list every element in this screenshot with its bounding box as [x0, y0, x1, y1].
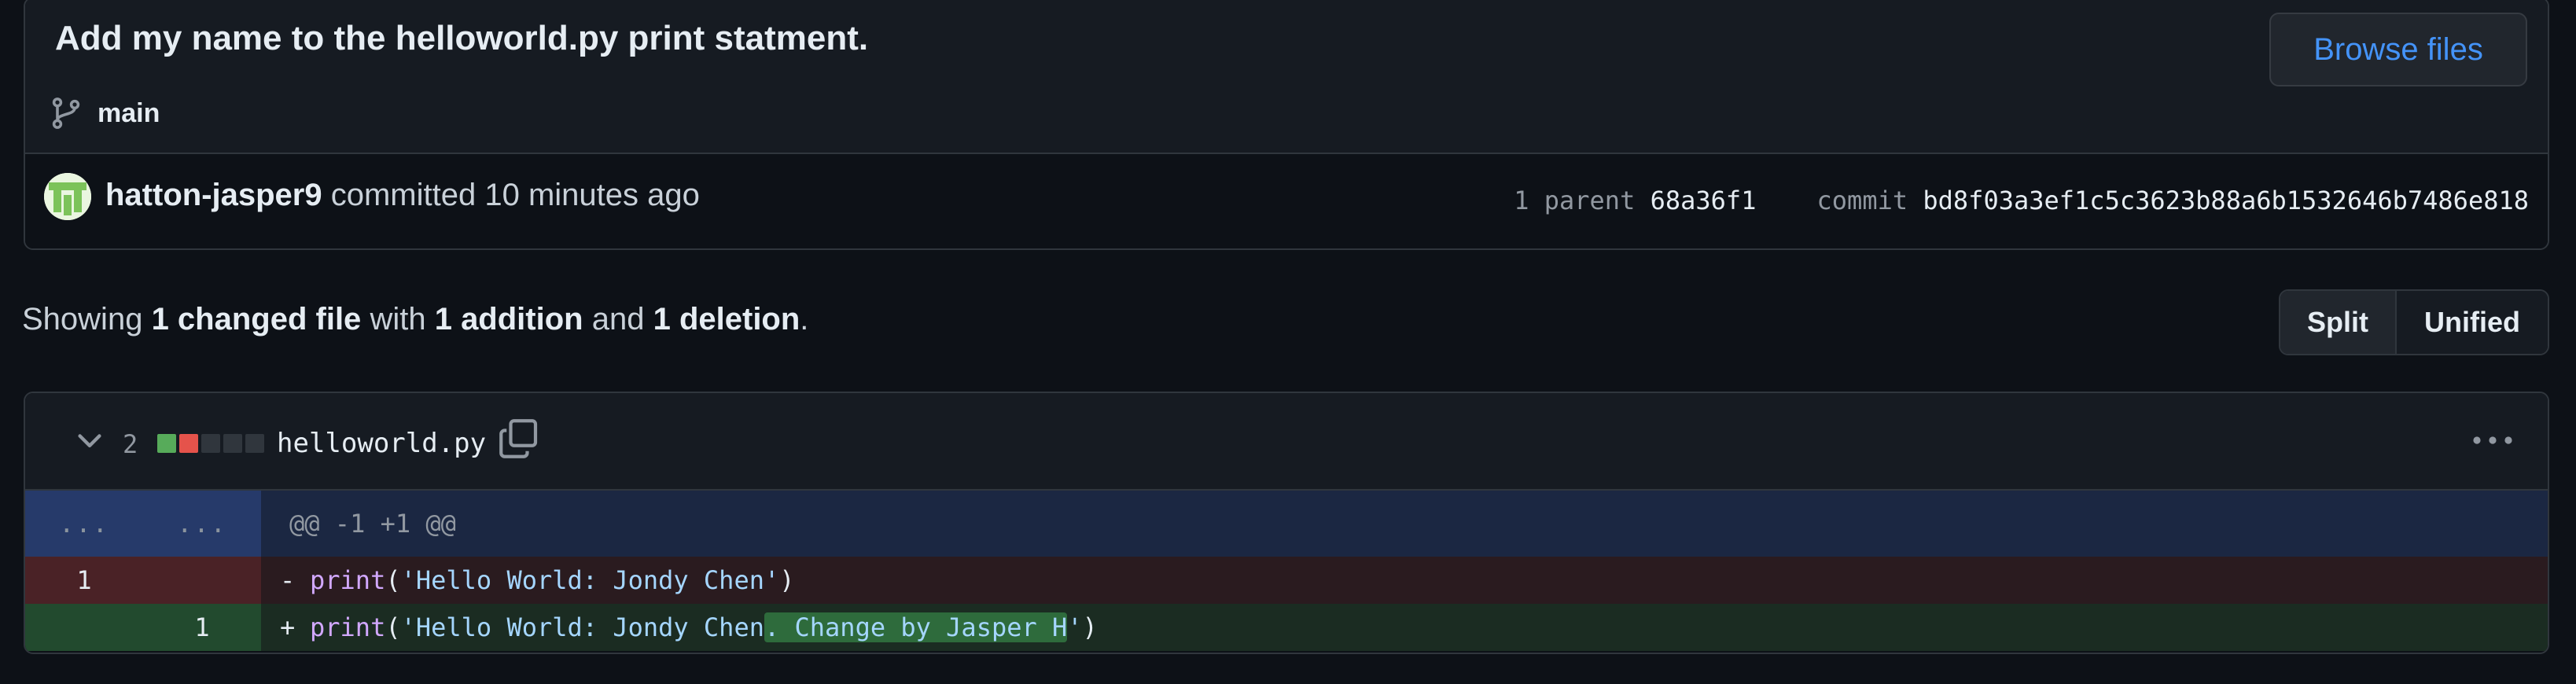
commit-hashes: 1 parent 68a36f1 commit bd8f03a3ef1c5c36…	[1514, 186, 2529, 215]
branch-indicator[interactable]: main	[49, 91, 160, 135]
code-string: 'Hello World: Jondy Chen	[400, 612, 764, 642]
diffstat-block	[245, 434, 264, 453]
hunk-header: @@ -1 +1 @@	[289, 509, 456, 539]
new-line-number[interactable]: 1	[143, 604, 261, 651]
summary-period: .	[800, 302, 809, 336]
diff-lines: ... ... @@ -1 +1 @@ 1 - print('Hello Worl…	[25, 491, 2548, 651]
expand-up-button[interactable]: ...	[25, 491, 143, 557]
diffstat-block	[223, 434, 242, 453]
deleted-line-code: - print('Hello World: Jondy Chen')	[261, 557, 2548, 604]
unified-view-button[interactable]: Unified	[2397, 291, 2548, 354]
commit-title-section: Add my name to the helloworld.py print s…	[25, 0, 2548, 154]
identicon-icon	[44, 173, 91, 220]
diff-marker: +	[280, 612, 296, 642]
branch-name: main	[98, 97, 160, 128]
code-string: 'Hello World: Jondy Chen'	[400, 565, 780, 595]
added-text-highlight: . Change by Jasper H	[764, 612, 1068, 642]
file-name-link[interactable]: helloworld.py	[277, 428, 486, 459]
summary-deletions: 1 deletion	[653, 302, 800, 336]
commit-hash: bd8f03a3ef1c5c3623b88a6b1532646b7486e818	[1923, 186, 2529, 215]
code-string: '	[1067, 612, 1083, 642]
summary-and: and	[591, 302, 645, 336]
author-link[interactable]: hatton-jasper9	[105, 178, 322, 212]
git-branch-icon	[52, 97, 80, 129]
commit-time: 10 minutes ago	[484, 178, 700, 212]
diffstat-block	[179, 434, 198, 453]
added-line-code: + print('Hello World: Jondy Chen. Change …	[261, 604, 2548, 651]
expand-down-button[interactable]: ...	[143, 491, 261, 557]
diffstat-block	[201, 434, 220, 453]
code-function: print	[310, 612, 386, 642]
diffstat-block	[157, 434, 176, 453]
code-paren: (	[385, 612, 401, 642]
file-header: 2 helloworld.py	[25, 393, 2548, 491]
copy-icon[interactable]	[497, 417, 541, 461]
summary-prefix: Showing	[22, 302, 143, 336]
hunk-header-row: ... ... @@ -1 +1 @@	[25, 491, 2548, 557]
code-function: print	[310, 565, 386, 595]
diffstat-bar	[157, 434, 264, 453]
commit-label: commit	[1816, 186, 1908, 215]
added-line-row: 1 + print('Hello World: Jondy Chen. Chang…	[25, 604, 2548, 651]
diff-marker: -	[280, 565, 296, 595]
old-line-number-empty	[25, 604, 143, 651]
more-options-icon[interactable]	[2469, 425, 2516, 456]
avatar[interactable]	[44, 173, 91, 220]
file-diff: 2 helloworld.py ... ... @@ -1 +1 @@ 1 - …	[24, 392, 2549, 654]
split-view-button[interactable]: Split	[2280, 291, 2397, 354]
parent-hash-link[interactable]: 68a36f1	[1650, 186, 1757, 215]
commit-meta: hatton-jasper9 committed 10 minutes ago …	[25, 154, 2548, 248]
deleted-line-row: 1 - print('Hello World: Jondy Chen')	[25, 557, 2548, 604]
commit-header: Add my name to the helloworld.py print s…	[24, 0, 2549, 250]
chevron-down-icon[interactable]	[72, 423, 107, 458]
old-line-number[interactable]: 1	[25, 557, 143, 604]
commit-action: committed	[330, 178, 477, 212]
diff-view-toggle: Split Unified	[2279, 289, 2549, 355]
change-count: 2	[123, 429, 138, 459]
new-line-number-empty	[143, 557, 261, 604]
code-paren: (	[385, 565, 401, 595]
summary-with: with	[370, 302, 426, 336]
commit-title: Add my name to the helloworld.py print s…	[55, 19, 869, 57]
summary-files: 1 changed file	[151, 302, 362, 336]
commit-author-line: hatton-jasper9 committed 10 minutes ago	[105, 178, 700, 213]
diff-summary: Showing 1 changed file with 1 addition a…	[22, 302, 808, 337]
parent-label: 1 parent	[1514, 186, 1636, 215]
summary-additions: 1 addition	[434, 302, 583, 336]
browse-files-button[interactable]: Browse files	[2269, 13, 2527, 86]
code-paren: )	[1082, 612, 1098, 642]
code-paren: )	[779, 565, 795, 595]
